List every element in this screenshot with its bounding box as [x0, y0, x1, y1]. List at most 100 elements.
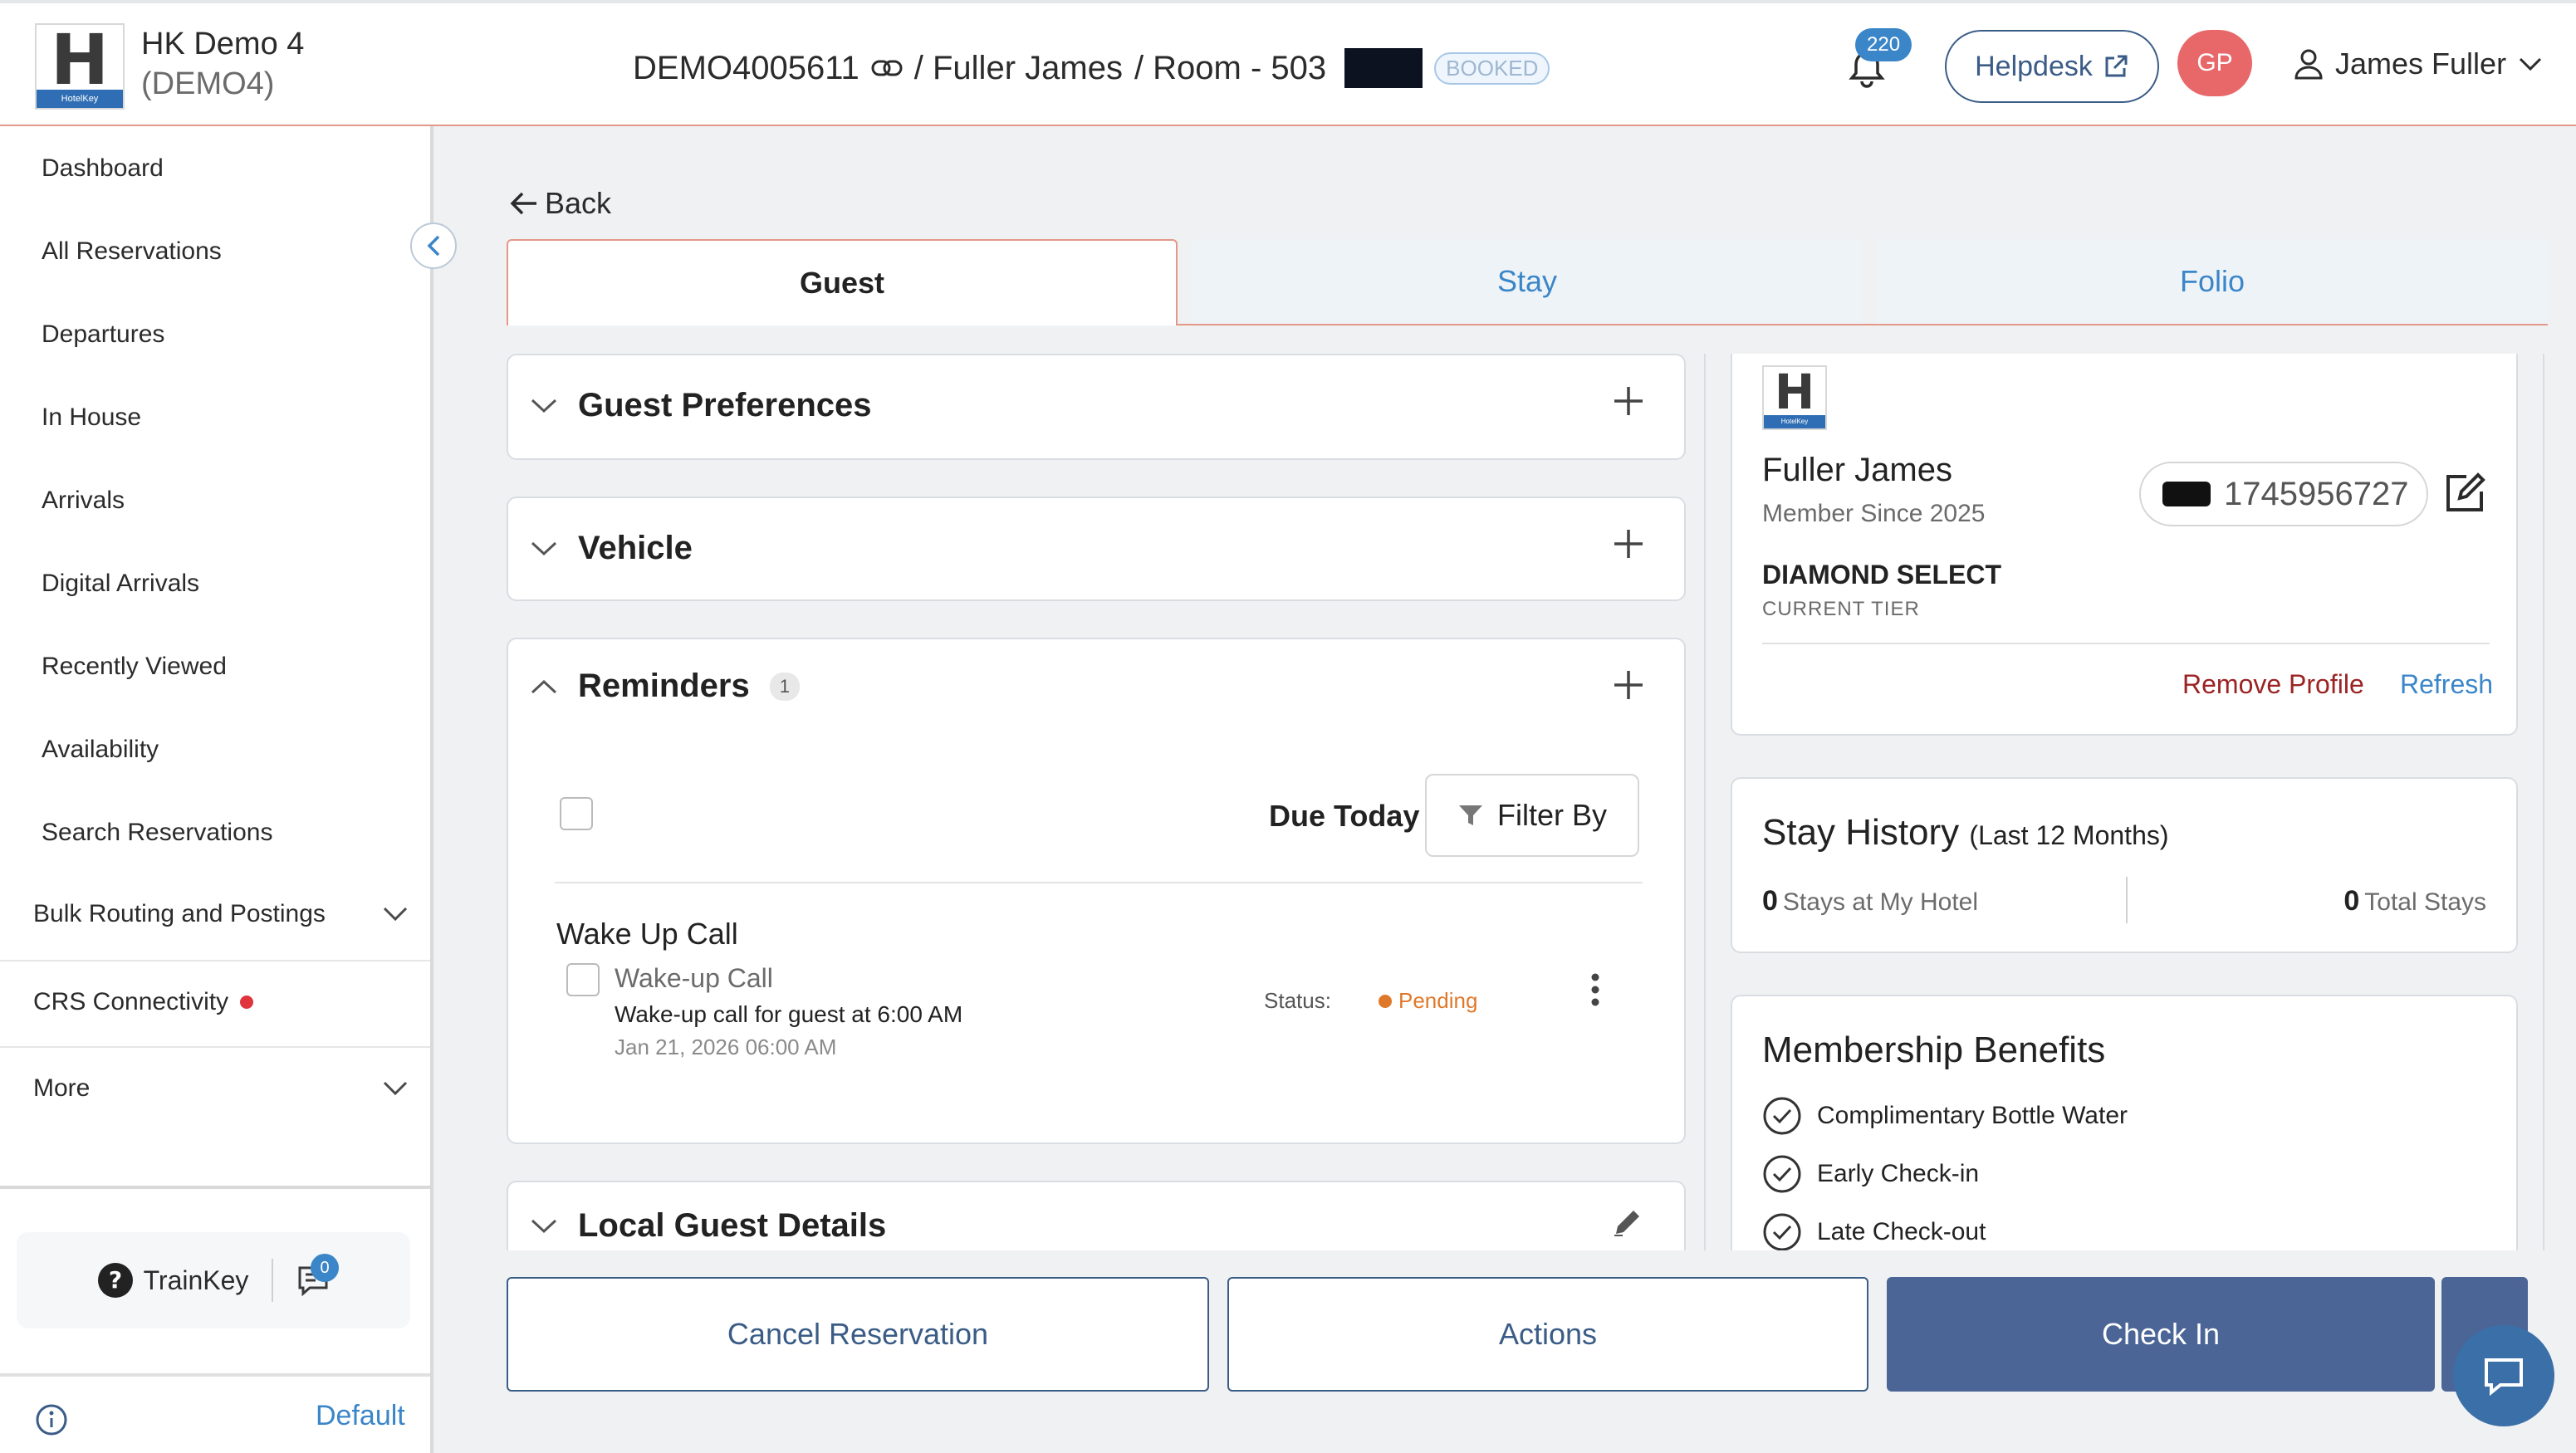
more-label: More	[33, 1074, 91, 1102]
sidebar-collapse-button[interactable]	[410, 223, 457, 269]
sidebar-item-digital-arrivals[interactable]: Digital Arrivals	[42, 570, 199, 598]
trainkey-button[interactable]: ? TrainKey	[97, 1262, 248, 1299]
user-menu[interactable]: James Fuller	[2294, 46, 2543, 81]
trainkey-panel: ? TrainKey	[17, 1232, 410, 1328]
plus-icon[interactable]	[1613, 385, 1644, 417]
room-thumbnail	[1344, 48, 1423, 88]
local-guest-details-header[interactable]: Local Guest Details	[530, 1207, 886, 1245]
vehicle-header[interactable]: Vehicle	[530, 530, 693, 567]
check-in-button[interactable]: Check In	[1887, 1277, 2435, 1392]
cancel-reservation-button[interactable]: Cancel Reservation	[507, 1277, 1209, 1392]
nav-divider	[0, 1046, 430, 1048]
status-text: Pending	[1398, 988, 1478, 1013]
loyalty-number: 1745956727	[2224, 475, 2409, 512]
select-all-checkbox[interactable]	[560, 797, 593, 830]
stays-at-hotel-count: 0	[1762, 885, 1778, 917]
pencil-icon[interactable]	[1611, 1206, 1644, 1239]
due-today-label[interactable]: Due Today	[1269, 799, 1419, 834]
notification-badge: 220	[1855, 28, 1912, 61]
arrow-left-icon	[510, 191, 538, 216]
sidebar-item-departures[interactable]: Departures	[42, 320, 164, 349]
tab-folio[interactable]: Folio	[1877, 239, 2548, 324]
total-stays-label: Total Stays	[2364, 888, 2486, 916]
refresh-link[interactable]: Refresh	[2400, 669, 2493, 700]
sidebar-item-crs-connectivity[interactable]: CRS Connectivity	[33, 988, 409, 1016]
reminder-checkbox[interactable]	[566, 963, 600, 996]
sidebar-item-bulk-routing[interactable]: Bulk Routing and Postings	[33, 900, 409, 928]
nav-divider	[0, 960, 430, 961]
loyalty-number-pill[interactable]: 1745956727	[2139, 462, 2428, 526]
chevron-down-icon	[382, 906, 409, 922]
actions-button[interactable]: Actions	[1227, 1277, 1868, 1392]
reminders-panel: Reminders 1 Due Today Filter By Wake Up …	[507, 638, 1686, 1144]
total-stays: 0 Total Stays	[2343, 885, 2486, 917]
stay-history-subtitle: (Last 12 Months)	[1969, 820, 2169, 850]
reminder-date: Jan 21, 2026 06:00 AM	[615, 1035, 837, 1059]
edit-icon[interactable]	[2443, 472, 2486, 515]
reminder-description: Wake-up call for guest at 6:00 AM	[615, 1001, 963, 1027]
plus-icon[interactable]	[1613, 528, 1644, 560]
hotel-code: (DEMO4)	[141, 66, 275, 101]
filter-icon	[1457, 803, 1484, 828]
reservation-tabs: Guest Stay Folio	[507, 239, 2548, 325]
sidebar-bottom-divider	[0, 1373, 430, 1377]
benefit-label: Late Check-out	[1817, 1218, 1986, 1245]
helpdesk-label: Helpdesk	[1975, 50, 2093, 82]
status-value: Pending	[1379, 988, 1477, 1014]
top-header: H HotelKey HK Demo 4 (DEMO4) DEMO4005611…	[0, 0, 2576, 126]
reminders-header[interactable]: Reminders 1	[530, 668, 800, 705]
more-vertical-icon[interactable]	[1589, 973, 1601, 1006]
vehicle-panel[interactable]: Vehicle	[507, 497, 1686, 601]
stays-at-hotel-label: Stays at My Hotel	[1782, 888, 1978, 916]
benefit-item: Early Check-in	[1762, 1154, 1979, 1194]
filter-by-label: Filter By	[1496, 798, 1607, 832]
filter-by-button[interactable]: Filter By	[1425, 774, 1639, 857]
profile-divider	[1762, 643, 2490, 644]
info-icon[interactable]	[35, 1403, 68, 1436]
sidebar-item-recently-viewed[interactable]: Recently Viewed	[42, 653, 227, 681]
benefit-item: Complimentary Bottle Water	[1762, 1096, 2128, 1136]
helpdesk-button[interactable]: Helpdesk	[1945, 30, 2159, 103]
tier-name: DIAMOND SELECT	[1762, 560, 2001, 590]
avatar[interactable]: GP	[2177, 30, 2252, 96]
sidebar-item-availability[interactable]: Availability	[42, 736, 159, 764]
check-circle-icon	[1762, 1212, 1802, 1250]
hotel-logo[interactable]: H HotelKey	[35, 23, 125, 110]
default-link[interactable]: Default	[316, 1400, 405, 1432]
sidebar-item-search-reservations[interactable]: Search Reservations	[42, 819, 272, 847]
stat-separator	[2126, 877, 2128, 923]
link-icon[interactable]	[871, 58, 903, 78]
profile-guest-name: Fuller James	[1762, 452, 1952, 488]
sidebar-item-arrivals[interactable]: Arrivals	[42, 487, 125, 515]
crs-label: CRS Connectivity	[33, 988, 229, 1015]
user-name: James Fuller	[2335, 46, 2507, 81]
guest-preferences-panel[interactable]: Guest Preferences	[507, 354, 1686, 460]
stay-history-card: Stay History (Last 12 Months) 0 Stays at …	[1731, 777, 2518, 953]
local-guest-details-title: Local Guest Details	[578, 1207, 887, 1244]
stay-history-title: Stay History (Last 12 Months)	[1762, 812, 2169, 854]
status-badge: BOOKED	[1434, 51, 1550, 85]
reservation-id[interactable]: DEMO4005611	[633, 50, 859, 87]
sidebar-item-dashboard[interactable]: Dashboard	[42, 154, 164, 183]
back-button[interactable]: Back	[510, 186, 611, 221]
plus-icon[interactable]	[1613, 669, 1644, 701]
chevron-down-icon	[530, 1218, 558, 1235]
local-guest-details-panel[interactable]: Local Guest Details	[507, 1181, 1686, 1250]
sidebar-item-more[interactable]: More	[33, 1074, 409, 1103]
room-path[interactable]: / Room - 503	[1134, 50, 1326, 87]
profile-logo: H HotelKey	[1762, 365, 1827, 430]
benefit-label: Complimentary Bottle Water	[1817, 1102, 2128, 1129]
chat-button[interactable]	[2453, 1325, 2554, 1426]
guest-preferences-header[interactable]: Guest Preferences	[530, 387, 872, 424]
sidebar-item-all-reservations[interactable]: All Reservations	[42, 237, 222, 266]
tab-guest[interactable]: Guest	[507, 239, 1178, 325]
hotel-name: HK Demo 4	[141, 27, 305, 61]
tab-stay[interactable]: Stay	[1193, 239, 1862, 324]
remove-profile-link[interactable]: Remove Profile	[2182, 669, 2364, 700]
guest-path[interactable]: / Fuller James	[914, 50, 1123, 87]
stay-history-title-text: Stay History	[1762, 812, 1960, 853]
sidebar-item-in-house[interactable]: In House	[42, 404, 141, 432]
benefit-item: Late Check-out	[1762, 1212, 1986, 1250]
reminders-count-badge: 1	[769, 672, 800, 701]
user-icon	[2294, 48, 2324, 80]
